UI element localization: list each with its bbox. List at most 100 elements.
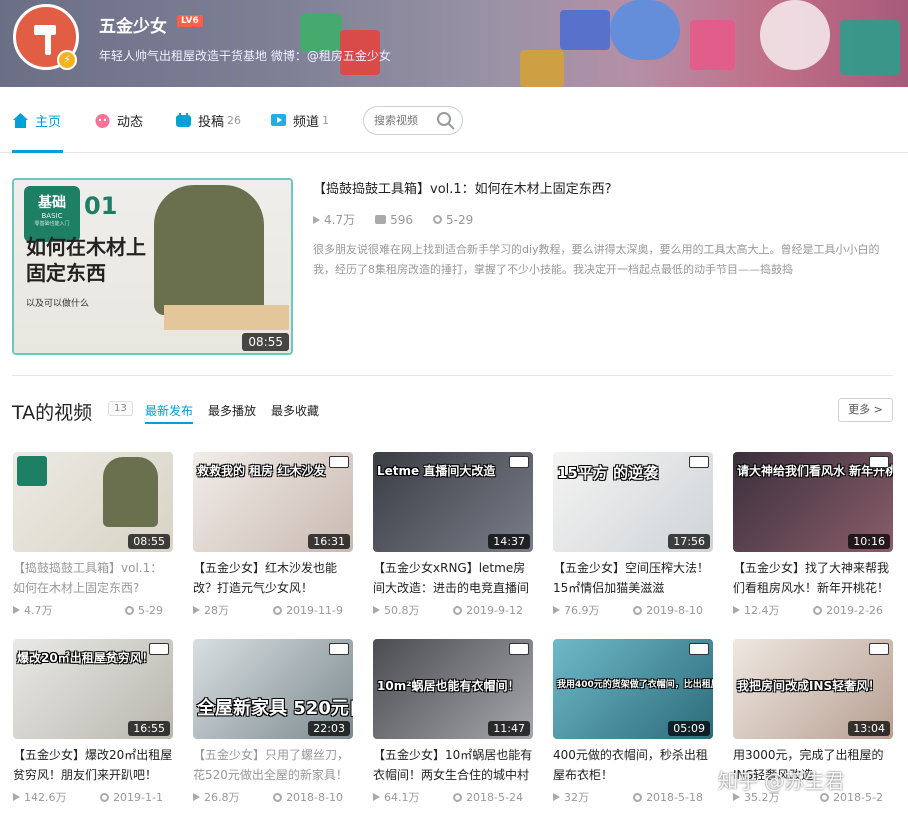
tab-dynamic[interactable]: 动态 xyxy=(94,109,143,131)
channel-logo-icon xyxy=(329,643,349,655)
episode-number: 01 xyxy=(84,192,118,220)
clock-icon xyxy=(100,792,110,802)
featured-video-title[interactable]: 【捣鼓捣鼓工具箱】vol.1：如何在木材上固定东西? xyxy=(313,178,612,197)
play-icon xyxy=(373,793,380,801)
video-title[interactable]: 400元做的衣帽间，秒杀出租屋布衣柜！ xyxy=(553,745,713,785)
video-title[interactable]: 【五金少女】红木沙发也能改？打造元气少女风！ xyxy=(193,558,353,598)
username[interactable]: 五金少女 xyxy=(99,12,167,37)
badge-mid-text: BASIC xyxy=(41,212,63,220)
video-thumbnail[interactable]: 我把房间改成INS轻奢风！ 13:04 xyxy=(733,639,893,739)
video-thumbnail[interactable]: 15平方 的逆袭 17:56 xyxy=(553,452,713,552)
video-thumbnail[interactable]: 全屋新家具 520元自己做！ 22:03 xyxy=(193,639,353,739)
video-title[interactable]: 【五金少女】爆改20㎡出租屋贫穷风！朋友们来开趴吧！ xyxy=(13,745,173,785)
basic-badge xyxy=(17,456,47,486)
video-meta: 50.8万 2019-9-12 xyxy=(373,602,533,618)
profile-banner: ⚡ 五金少女 LV6 年轻人帅气出租屋改造干货基地 微博：@租房五金少女 xyxy=(0,0,908,87)
tab-home[interactable]: 主页 xyxy=(12,109,61,131)
video-thumbnail[interactable]: 请大神给我们看风水 新年开桃花 10:16 xyxy=(733,452,893,552)
channel-logo-icon xyxy=(689,643,709,655)
video-thumbnail[interactable]: 我用400元的货架做了衣帽间，比出租屋的布衣柜实用多了！ 05:09 xyxy=(553,639,713,739)
video-thumbnail[interactable]: 10m²蜗居也能有衣帽间！ 11:47 xyxy=(373,639,533,739)
video-card[interactable]: 08:55 【捣鼓捣鼓工具箱】vol.1：如何在木材上固定东西? 4.7万 5-29 xyxy=(13,452,173,622)
video-meta: 4.7万 5-29 xyxy=(13,602,173,618)
sort-latest[interactable]: 最新发布 xyxy=(145,402,193,419)
clock-icon xyxy=(125,605,135,615)
clock-icon xyxy=(813,605,823,615)
publish-date: 5-29 xyxy=(433,211,473,228)
play-count: 12.4万 xyxy=(733,602,780,618)
thumbnail-caption: Letme 直播间大改造 xyxy=(377,464,496,478)
video-card[interactable]: 15平方 的逆袭 17:56 【五金少女】空间压榨大法！15㎡情侣加猫美滋滋 76.9… xyxy=(553,452,713,622)
video-thumbnail[interactable]: 08:55 xyxy=(13,452,173,552)
video-card[interactable]: 请大神给我们看风水 新年开桃花 10:16 【五金少女】找了大神来帮我们看租房风水！… xyxy=(733,452,893,622)
play-count: 4.7万 xyxy=(13,602,53,618)
video-duration: 17:56 xyxy=(668,534,710,549)
channel-logo-icon xyxy=(509,643,529,655)
video-card[interactable]: 全屋新家具 520元自己做！ 22:03 【五金少女】只用了螺丝刀，花520元做出全… xyxy=(193,639,353,809)
more-button[interactable]: 更多 > xyxy=(838,398,893,422)
sort-most-played[interactable]: 最多播放 xyxy=(208,402,256,419)
channel-logo-icon xyxy=(869,643,889,655)
thumbnail-caption: 爆改20㎡出租屋贫穷风！ xyxy=(17,651,154,665)
video-thumbnail[interactable]: Letme 直播间大改造 14:37 xyxy=(373,452,533,552)
play-count: 28万 xyxy=(193,602,229,618)
publish-date: 2019-11-9 xyxy=(273,602,343,618)
profile-nav: 主页 动态 投稿 26 频道 1 xyxy=(0,87,908,153)
clock-icon xyxy=(433,215,442,224)
video-duration: 16:31 xyxy=(308,534,350,549)
video-title[interactable]: 【五金少女】找了大神来帮我们看租房风水！新年开桃花！ xyxy=(733,558,893,598)
gift-box-decoration xyxy=(840,20,900,75)
play-icon xyxy=(13,793,20,801)
tab-uploads[interactable]: 投稿 26 xyxy=(175,109,241,131)
badge-top-text: 基础 xyxy=(38,195,66,211)
video-card[interactable]: 救救我的 租房 红木沙发 16:31 【五金少女】红木沙发也能改？打造元气少女风！ 2… xyxy=(193,452,353,622)
video-title[interactable]: 【五金少女】空间压榨大法！15㎡情侣加猫美滋滋 xyxy=(553,558,713,598)
video-title[interactable]: 【捣鼓捣鼓工具箱】vol.1：如何在木材上固定东西? xyxy=(13,558,173,598)
video-duration: 14:37 xyxy=(488,534,530,549)
gift-box-decoration xyxy=(690,20,735,70)
play-icon xyxy=(733,606,740,614)
publish-date: 2019-8-10 xyxy=(633,602,703,618)
search-icon[interactable] xyxy=(436,111,456,131)
video-thumbnail[interactable]: 救救我的 租房 红木沙发 16:31 xyxy=(193,452,353,552)
play-count: 32万 xyxy=(553,789,589,805)
video-title[interactable]: 【五金少女xRNG】letme房间大改造：进击的电竞直播间 xyxy=(373,558,533,598)
active-sort-indicator xyxy=(145,422,193,424)
videos-section-title: TA的视频 xyxy=(12,402,93,424)
character-decoration xyxy=(610,0,680,60)
video-title[interactable]: 【五金少女】只用了螺丝刀，花520元做出全屋的新家具！ xyxy=(193,745,353,785)
video-card[interactable]: 10m²蜗居也能有衣帽间！ 11:47 【五金少女】10㎡蜗居也能有衣帽间！两女生合… xyxy=(373,639,533,809)
video-meta: 76.9万 2019-8-10 xyxy=(553,602,713,618)
video-card[interactable]: 爆改20㎡出租屋贫穷风！ 16:55 【五金少女】爆改20㎡出租屋贫穷风！朋友们来开… xyxy=(13,639,173,809)
play-count: 142.6万 xyxy=(13,789,67,805)
play-icon xyxy=(313,215,320,224)
video-thumbnail[interactable]: 爆改20㎡出租屋贫穷风！ 16:55 xyxy=(13,639,173,739)
publish-date: 2018-5-24 xyxy=(453,789,523,805)
video-card[interactable]: Letme 直播间大改造 14:37 【五金少女xRNG】letme房间大改造：进击… xyxy=(373,452,533,622)
dynamic-icon xyxy=(95,113,110,128)
video-duration: 16:55 xyxy=(128,721,170,736)
play-icon xyxy=(193,606,200,614)
clock-icon xyxy=(633,605,643,615)
play-count: 76.9万 xyxy=(553,602,600,618)
featured-video-thumbnail[interactable]: 基础 BASIC 零基础也能入门 01 如何在木材上 固定东西 以及可以做什么 … xyxy=(12,178,293,355)
videos-count-badge: 13 xyxy=(108,401,133,416)
clock-icon xyxy=(453,605,463,615)
clock-icon xyxy=(273,792,283,802)
tab-uploads-count: 26 xyxy=(227,113,242,127)
video-title[interactable]: 【五金少女】10㎡蜗居也能有衣帽间！两女生合住的城中村 xyxy=(373,745,533,785)
video-duration: 05:09 xyxy=(668,721,710,736)
video-meta: 142.6万 2019-1-1 xyxy=(13,789,173,805)
tab-channels[interactable]: 频道 1 xyxy=(270,109,329,131)
featured-video-description: 很多朋友说很难在网上找到适合新手学习的diy教程，要么讲得太深奥，要么用的工具太… xyxy=(313,243,880,276)
play-icon xyxy=(553,793,560,801)
play-count: 64.1万 xyxy=(373,789,420,805)
video-card[interactable]: 我用400元的货架做了衣帽间，比出租屋的布衣柜实用多了！ 05:09 400元做的衣… xyxy=(553,639,713,809)
video-duration: 11:47 xyxy=(488,721,530,736)
publish-date: 2019-1-1 xyxy=(100,789,163,805)
channel-logo-icon xyxy=(149,643,169,655)
sort-most-favorited[interactable]: 最多收藏 xyxy=(271,402,319,419)
thumbnail-caption: 我把房间改成INS轻奢风！ xyxy=(737,679,881,693)
channel-logo-icon xyxy=(689,456,709,468)
play-icon xyxy=(193,793,200,801)
